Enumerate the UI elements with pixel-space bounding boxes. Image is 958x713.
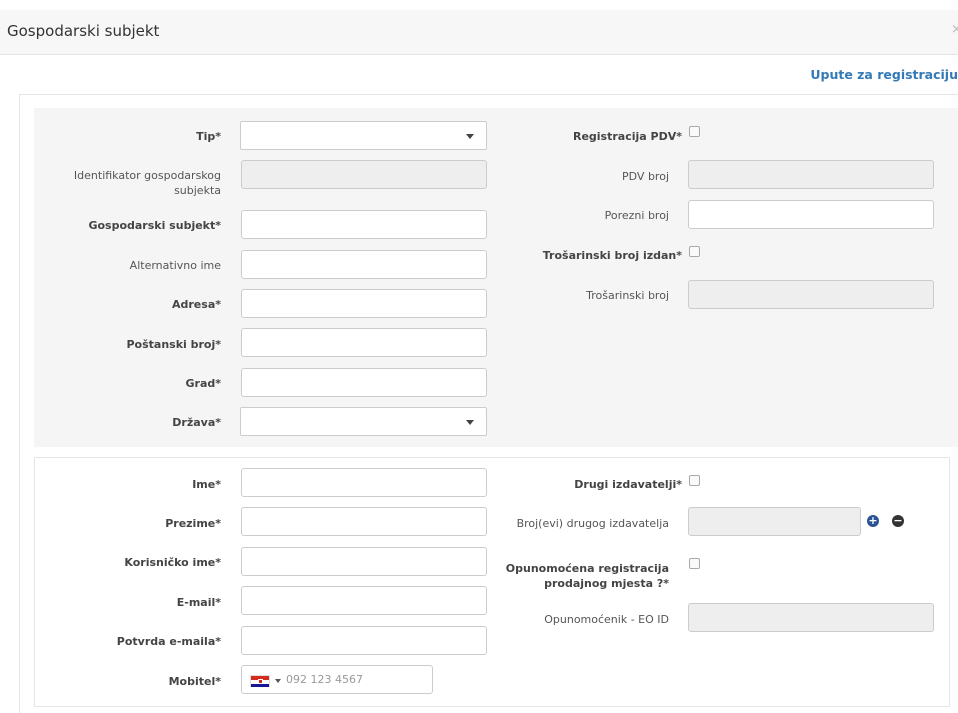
croatia-flag-icon[interactable] <box>250 675 270 687</box>
chevron-down-icon <box>466 420 474 425</box>
opunomocena-checkbox[interactable] <box>689 558 700 569</box>
potvrda-email-label: Potvrda e-maila* <box>116 635 221 648</box>
drugi-izdavatelji-label: Drugi izdavatelji* <box>574 478 682 491</box>
tip-label: Tip* <box>196 130 221 143</box>
email-input[interactable] <box>241 586 487 615</box>
ime-label: Ime* <box>192 478 221 491</box>
potvrda-email-input[interactable] <box>241 626 487 655</box>
prezime-label: Prezime* <box>165 517 221 530</box>
broj-drugog-label: Broj(evi) drugog izdavatelja <box>516 517 669 530</box>
chevron-down-icon <box>466 134 474 139</box>
form-border-top <box>19 94 958 95</box>
registration-help-link[interactable]: Upute za registraciju <box>810 67 958 82</box>
user-info-panel <box>34 457 950 707</box>
korisnicko-ime-input[interactable] <box>241 547 487 576</box>
korisnicko-ime-label: Korisničko ime* <box>124 556 221 569</box>
drzava-label: Država* <box>172 416 221 429</box>
pdv-broj-label: PDV broj <box>622 170 669 183</box>
porezni-broj-label: Porezni broj <box>604 209 669 222</box>
modal-title: Gospodarski subjekt <box>7 22 160 40</box>
company-info-panel <box>34 108 958 447</box>
identifikator-label: Identifikator gospodarskog subjekta <box>73 169 221 197</box>
porezni-broj-input[interactable] <box>688 200 934 229</box>
opunomocena-label: Opunomoćena registracija prodajnog mjest… <box>505 562 669 590</box>
postanski-broj-input[interactable] <box>241 328 487 357</box>
email-label: E-mail* <box>176 596 221 609</box>
trosarinski-izdan-label: Trošarinski broj izdan* <box>542 249 682 262</box>
trosarinski-broj-input <box>688 280 934 309</box>
registracija-pdv-checkbox[interactable] <box>689 126 700 137</box>
mobitel-label: Mobitel* <box>168 675 221 688</box>
adresa-input[interactable] <box>241 289 487 318</box>
postanski-broj-label: Poštanski broj* <box>126 338 221 351</box>
opunomocenik-label: Opunomoćenik - EO ID <box>544 613 669 626</box>
grad-input[interactable] <box>241 368 487 397</box>
plus-icon[interactable]: + <box>867 515 879 527</box>
drzava-select[interactable] <box>240 407 487 436</box>
mobitel-field[interactable] <box>241 665 433 694</box>
trosarinski-izdan-checkbox[interactable] <box>689 246 700 257</box>
grad-label: Grad* <box>185 377 221 390</box>
drugi-izdavatelji-checkbox[interactable] <box>689 475 700 486</box>
tip-select[interactable] <box>240 121 487 150</box>
mobitel-input[interactable] <box>286 666 426 693</box>
minus-icon[interactable]: − <box>892 515 904 527</box>
registracija-pdv-label: Registracija PDV* <box>572 130 682 143</box>
pdv-broj-input <box>688 160 934 189</box>
trosarinski-broj-label: Trošarinski broj <box>586 289 669 302</box>
broj-drugog-input <box>688 507 861 536</box>
prezime-input[interactable] <box>241 507 487 536</box>
ime-input[interactable] <box>241 468 487 497</box>
form-border-left <box>19 94 20 713</box>
chevron-down-icon[interactable] <box>275 679 281 683</box>
gospodarski-subjekt-label: Gospodarski subjekt* <box>88 219 221 232</box>
close-icon[interactable]: × <box>951 22 958 37</box>
modal-header: Gospodarski subjekt × <box>0 10 958 55</box>
adresa-label: Adresa* <box>172 298 221 311</box>
opunomocenik-input <box>688 603 934 632</box>
identifikator-input <box>241 160 487 189</box>
gospodarski-subjekt-input[interactable] <box>241 210 487 239</box>
alternativno-ime-input[interactable] <box>241 250 487 279</box>
alternativno-ime-label: Alternativno ime <box>129 259 221 272</box>
